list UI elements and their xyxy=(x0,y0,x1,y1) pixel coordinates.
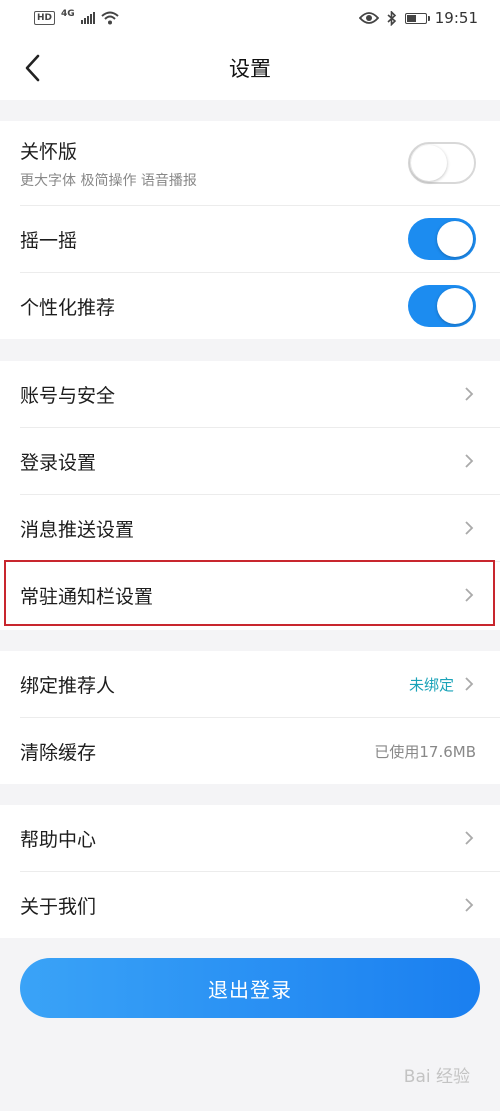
chevron-right-icon xyxy=(465,454,474,468)
bind-referrer-value: 未绑定 xyxy=(408,675,454,694)
chevron-right-icon xyxy=(465,831,474,845)
care-mode-row[interactable]: 关怀版 更大字体 极简操作 语音播报 xyxy=(0,121,500,205)
bind-referrer-label: 绑定推荐人 xyxy=(20,674,116,697)
status-left: HD 4G xyxy=(34,9,119,25)
network-type: 4G xyxy=(61,9,75,19)
account-security-label: 账号与安全 xyxy=(20,384,116,407)
push-settings-label: 消息推送设置 xyxy=(20,518,135,541)
hd-badge: HD xyxy=(34,11,56,25)
about-us-label: 关于我们 xyxy=(20,895,97,918)
bluetooth-icon xyxy=(387,10,396,26)
personalized-toggle[interactable] xyxy=(408,285,476,327)
help-center-row[interactable]: 帮助中心 xyxy=(0,805,500,871)
logout-button[interactable]: 退出登录 xyxy=(20,958,480,1018)
care-mode-label: 关怀版 xyxy=(20,140,78,163)
clear-cache-row[interactable]: 清除缓存 已使用17.6MB xyxy=(0,718,500,784)
notification-bar-label: 常驻通知栏设置 xyxy=(20,585,154,608)
status-time: 19:51 xyxy=(434,9,478,27)
help-about-group: 帮助中心 关于我们 xyxy=(0,805,500,938)
chevron-right-icon xyxy=(465,387,474,401)
chevron-right-icon xyxy=(465,898,474,912)
chevron-right-icon xyxy=(465,521,474,535)
chevron-right-icon xyxy=(465,588,474,602)
personalized-row[interactable]: 个性化推荐 xyxy=(0,273,500,339)
signal-icon xyxy=(80,12,95,24)
care-mode-text: 关怀版 更大字体 极简操作 语音播报 xyxy=(20,137,197,190)
wifi-icon xyxy=(101,11,119,25)
watermark-logo: Bai 经验 xyxy=(403,1067,470,1087)
eye-icon xyxy=(358,12,379,24)
shake-label: 摇一摇 xyxy=(20,229,78,252)
clear-cache-label: 清除缓存 xyxy=(20,741,97,764)
push-settings-row[interactable]: 消息推送设置 xyxy=(0,495,500,561)
personalized-label: 个性化推荐 xyxy=(20,296,116,319)
toggle-group: 关怀版 更大字体 极简操作 语音播报 摇一摇 个性化推荐 xyxy=(0,121,500,339)
notification-bar-row[interactable]: 常驻通知栏设置 xyxy=(0,562,500,628)
about-us-row[interactable]: 关于我们 xyxy=(0,872,500,938)
nav-bar: 设置 xyxy=(0,36,500,100)
back-button[interactable] xyxy=(12,48,52,88)
shake-row[interactable]: 摇一摇 xyxy=(0,206,500,272)
shake-toggle[interactable] xyxy=(408,218,476,260)
chevron-right-icon xyxy=(465,677,474,691)
care-mode-toggle[interactable] xyxy=(408,142,476,184)
settings-group: 账号与安全 登录设置 消息推送设置 常驻通知栏设置 xyxy=(0,361,500,630)
bind-referrer-right: 未绑定 xyxy=(409,674,476,695)
back-arrow-icon xyxy=(25,54,40,82)
login-settings-label: 登录设置 xyxy=(20,451,97,474)
clear-cache-value: 已使用17.6MB xyxy=(374,742,476,761)
login-settings-row[interactable]: 登录设置 xyxy=(0,428,500,494)
bind-referrer-row[interactable]: 绑定推荐人 未绑定 xyxy=(0,651,500,717)
account-security-row[interactable]: 账号与安全 xyxy=(0,361,500,427)
care-mode-sub: 更大字体 极简操作 语音播报 xyxy=(20,172,197,189)
page-title: 设置 xyxy=(229,57,271,81)
status-right: 19:51 xyxy=(358,9,478,27)
help-center-label: 帮助中心 xyxy=(20,828,97,851)
battery-icon xyxy=(404,12,430,24)
status-bar: HD 4G 19:51 xyxy=(0,0,500,36)
referrer-cache-group: 绑定推荐人 未绑定 清除缓存 已使用17.6MB xyxy=(0,651,500,784)
